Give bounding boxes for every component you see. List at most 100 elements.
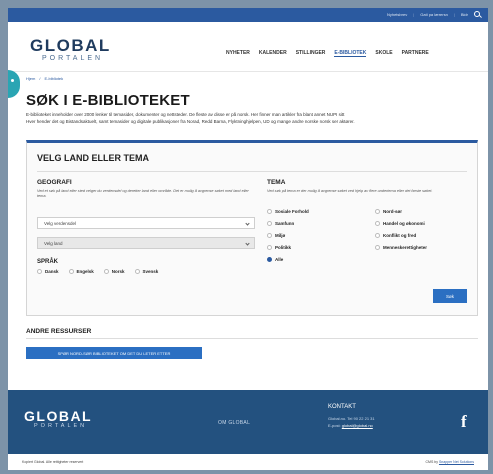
intro-text: E-biblioteket inneholder over 2000 lenke… [26,112,478,125]
copyright-text: Kopiert Global. Alle rettigheter reserve… [22,460,84,464]
radio-label: Norsk [111,269,125,274]
logo-main-text: GLOBAL [30,36,111,55]
footer-link-om-global[interactable]: OM GLOBAL [218,420,250,426]
utility-link-newsletter[interactable]: Nyhetsbrev [387,12,407,17]
footer-email-label: E-post: [328,423,341,428]
sprak-options: Dansk Engelsk Norsk Svensk [37,269,158,274]
breadcrumb-current[interactable]: E-bibliotek [44,76,63,81]
utility-bar: Nyhetsbrev | Gati pa lærersn | Bidr [8,8,488,22]
search-button[interactable]: Søk [433,289,467,303]
bottom-bar: Kopiert Global. Alle rettigheter reserve… [8,454,488,470]
credit-text: CMS by Snapper Net Solutions [426,460,474,464]
divider [37,171,467,172]
radio-circle [375,209,380,214]
utility-link-teachers[interactable]: Gati pa lærersn [420,12,448,17]
chevron-down-icon [245,221,250,226]
site-logo[interactable]: GLOBAL PORTALEN [30,36,111,62]
radio-circle [103,269,109,274]
footer-contact-email-line: E-post: global@global.no [328,423,373,428]
nav-item-e-bibliotek[interactable]: E-BIBLIOTEK [334,50,367,57]
radio-label: Sosiale Forhold [275,209,309,214]
tema-option-sosiale-forhold[interactable]: Sosiale Forhold [267,209,375,214]
radio-circle [375,221,380,226]
credit-prefix: CMS by [425,460,438,464]
nav-item-skole[interactable]: SKOLE [375,50,392,57]
breadcrumb: Hjem / E-bibliotek [26,76,63,81]
search-panel: VELG LAND ELLER TEMA GEOGRAFI Ved et søk… [26,140,478,316]
search-panel-title: VELG LAND ELLER TEMA [37,153,149,163]
side-tab[interactable] [8,70,20,98]
tema-title: TEMA [267,179,286,186]
radio-label: Alle [275,257,284,262]
facebook-icon[interactable]: f [461,412,467,432]
radio-circle [267,221,272,226]
footer-logo-main: GLOBAL [24,408,93,424]
nav-item-stillinger[interactable]: STILLINGER [296,50,326,57]
tema-option-politikk[interactable]: Politikk [267,245,375,250]
tema-description: Ved søk på tema er der mulig å avgrense … [267,189,433,193]
radio-circle-checked [267,257,272,262]
page-title: SØK I E-BIBLIOTEKET [26,92,190,109]
utility-link-contribute[interactable]: Bidr [461,12,468,17]
radio-circle [37,269,42,274]
tema-option-samfunn[interactable]: Samfunn [267,221,375,226]
verdensdel-select[interactable]: Velg verdensdel [37,217,255,229]
divider [26,338,478,339]
tema-option-menneskerettigheter[interactable]: Menneskerettigheter [375,245,475,250]
sprak-title: SPRÅK [37,259,59,265]
radio-label: Menneskerettigheter [383,245,428,250]
radio-circle [68,269,74,274]
utility-links: Nyhetsbrev | Gati pa lærersn | Bidr [387,11,480,17]
geografi-title: GEOGRAFI [37,179,72,186]
footer-contact-title: KONTAKT [328,404,356,410]
geografi-description: Ved et søk på land eller sted velger du … [37,189,249,198]
site-footer: GLOBAL PORTALEN OM GLOBAL KONTAKT Global… [8,390,488,454]
tema-option-handel-og-okonomi[interactable]: Handel og økonomi [375,221,475,226]
search-icon[interactable] [474,11,480,17]
sprak-option-engelsk[interactable]: Engelsk [68,269,94,274]
tema-option-miljo[interactable]: Miljø [267,233,375,238]
land-select[interactable]: Velg land [37,237,255,249]
radio-label: Dansk [45,269,59,274]
footer-logo[interactable]: GLOBAL PORTALEN [24,408,92,429]
side-tab-dot [11,79,14,82]
tema-option-alle[interactable]: Alle [267,257,375,262]
radio-circle [375,233,380,238]
radio-label: Svensk [142,269,159,274]
breadcrumb-separator: / [39,76,41,81]
radio-label: Samfunn [275,221,295,226]
separator: | [453,11,455,17]
page: Nyhetsbrev | Gati pa lærersn | Bidr GLOB… [8,8,488,470]
credit-link[interactable]: Snapper Net Solutions [439,460,474,464]
footer-contact-phone: Global.no. Tel 90 22 21 31 [328,416,375,421]
radio-circle [267,209,272,214]
radio-label: Konflikt og fred [383,233,417,238]
tema-option-konflikt-og-fred[interactable]: Konflikt og fred [375,233,475,238]
tema-option-nord-sor[interactable]: Nord-sør [375,209,475,214]
separator: | [413,11,415,17]
main-nav: NYHETER KALENDER STILLINGER E-BIBLIOTEK … [226,50,429,57]
nav-item-kalender[interactable]: KALENDER [259,50,287,57]
sprak-option-svensk[interactable]: Svensk [134,269,159,274]
breadcrumb-home[interactable]: Hjem [26,76,35,81]
radio-circle [375,245,380,250]
ask-library-button[interactable]: SPØR NORD-SØR BIBLIOTEKET OM DET DU LETE… [26,347,202,359]
nav-item-partnere[interactable]: PARTNERE [402,50,429,57]
radio-circle [267,245,272,250]
verdensdel-select-value: Velg verdensdel [44,221,77,226]
radio-circle [267,233,272,238]
sprak-option-norsk[interactable]: Norsk [103,269,125,274]
sprak-option-dansk[interactable]: Dansk [37,269,59,274]
footer-logo-sub: PORTALEN [34,423,88,429]
radio-label: Engelsk [76,269,94,274]
intro-line-2: Hver hender det og Bistandsaktuelt, samt… [26,118,355,124]
radio-label: Politikk [275,245,292,250]
footer-email-link[interactable]: global@global.no [342,423,373,428]
resources-title: ANDRE RESSURSER [26,328,92,335]
radio-label: Nord-sør [383,209,402,214]
nav-item-nyheter[interactable]: NYHETER [226,50,250,57]
radio-circle [134,269,140,274]
chevron-down-icon [245,241,250,246]
tema-options: Sosiale Forhold Nord-sør Samfunn Handel … [267,209,475,262]
radio-label: Handel og økonomi [383,221,425,226]
